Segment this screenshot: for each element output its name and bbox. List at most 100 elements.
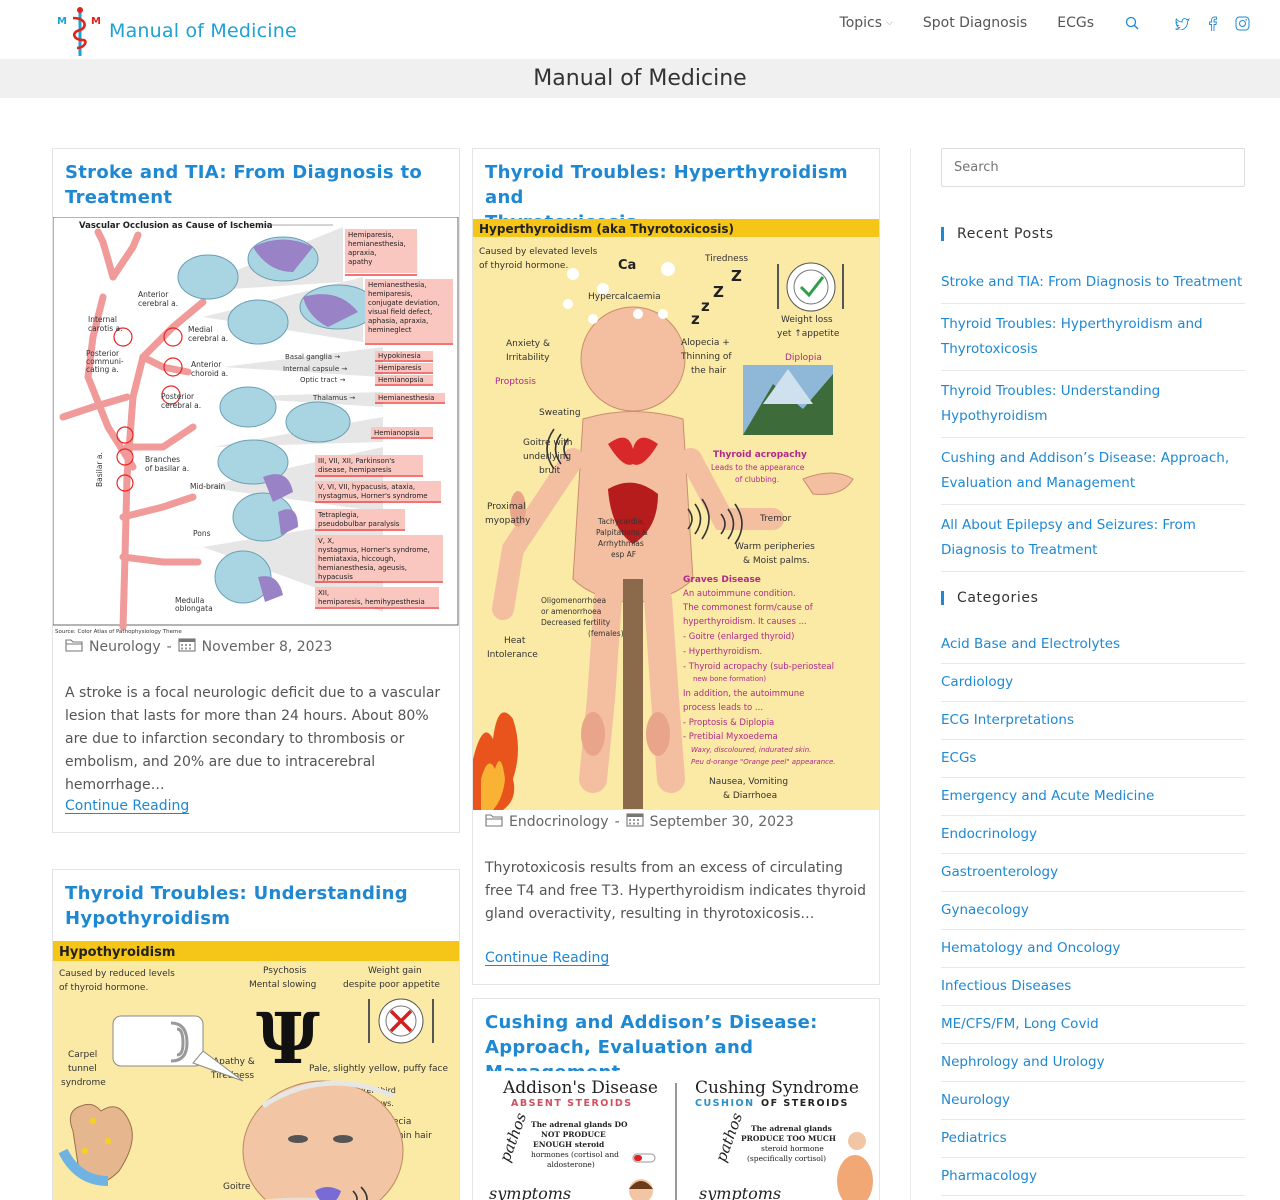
svg-text:Weight loss: Weight loss (781, 315, 833, 325)
svg-text:new bone formation): new bone formation) (693, 675, 766, 683)
post-title[interactable]: Thyroid Troubles: Understanding Hypothyr… (53, 870, 459, 931)
continue-reading-link[interactable]: Continue Reading (65, 798, 189, 814)
post-image-cushing-addison[interactable]: Addison's Disease Cushing Syndrome ABSEN… (473, 1071, 879, 1200)
category-link[interactable]: Cardiology (941, 664, 1245, 702)
addison-sub-a: ABSENT STEROIDS (511, 1098, 633, 1109)
post-title-line: Hypothyroidism (65, 908, 231, 929)
site-header: M M Manual of Medicine Topics ⌵ Spot Dia… (0, 0, 1280, 60)
svg-text:Diplopia: Diplopia (785, 353, 822, 363)
svg-text:An autoimmune condition.: An autoimmune condition. (683, 589, 796, 599)
addison-symptoms-script: symptoms (489, 1184, 571, 1200)
category-link[interactable]: Infectious Diseases (941, 968, 1245, 1006)
category-link[interactable]: Emergency and Acute Medicine (941, 778, 1245, 816)
svg-text:myopathy: myopathy (485, 516, 531, 526)
post-meta: Neurology - November 8, 2023 (65, 637, 332, 656)
post-title[interactable]: Stroke and TIA: From Diagnosis to Treatm… (53, 149, 459, 210)
recent-posts-title: Recent Posts (941, 226, 1054, 242)
post-card-hyperthyroidism: Thyroid Troubles: Hyperthyroidism and Th… (472, 148, 880, 985)
svg-text:Hemiparesis: Hemiparesis (378, 364, 422, 372)
svg-text:of clubbing.: of clubbing. (735, 475, 779, 484)
nav-topics[interactable]: Topics ⌵ (840, 15, 893, 31)
sidebar-search[interactable] (941, 148, 1245, 187)
svg-text:Hemianopsia: Hemianopsia (374, 429, 420, 437)
svg-text:Z: Z (731, 267, 742, 285)
category-link[interactable]: ECG Interpretations (941, 702, 1245, 740)
post-card-hypothyroidism: Thyroid Troubles: Understanding Hypothyr… (52, 869, 460, 1200)
svg-text:Z: Z (713, 283, 724, 301)
svg-text:XII,: XII, (318, 589, 329, 597)
category-link[interactable]: Acid Base and Electrolytes (941, 626, 1245, 664)
category-link[interactable]: Nephrology and Urology (941, 1044, 1245, 1082)
svg-text:& Diarrhoea: & Diarrhoea (723, 791, 777, 801)
continue-reading-link[interactable]: Continue Reading (485, 950, 609, 966)
svg-text:ENOUGH steroid: ENOUGH steroid (533, 1140, 605, 1149)
svg-text:M: M (57, 16, 67, 27)
svg-text:Basal ganglia →: Basal ganglia → (285, 353, 340, 361)
svg-text:- Hyperthyroidism.: - Hyperthyroidism. (683, 647, 762, 657)
nav-spot-diagnosis[interactable]: Spot Diagnosis (923, 15, 1027, 31)
svg-text:hemiparesis, hemihypesthesia: hemiparesis, hemihypesthesia (318, 598, 425, 606)
category-link[interactable]: Endocrinology (941, 816, 1245, 854)
svg-text:hyperthyroidism. It causes ...: hyperthyroidism. It causes ... (683, 617, 807, 627)
category-link[interactable]: ECGs (941, 740, 1245, 778)
post-title-line: Thyroid Troubles: Hyperthyroidism and (485, 162, 848, 208)
category-link[interactable]: Gastroenterology (941, 854, 1245, 892)
category-link[interactable]: Hematology and Oncology (941, 930, 1245, 968)
twitter-icon[interactable] (1174, 15, 1190, 31)
search-input[interactable] (942, 149, 1244, 186)
svg-text:The adrenal glands DO: The adrenal glands DO (531, 1120, 628, 1129)
page-title-bar: Manual of Medicine (0, 59, 1280, 98)
svg-text:apathy: apathy (348, 258, 372, 266)
recent-post-link[interactable]: Cushing and Addison’s Disease: Approach,… (941, 438, 1245, 505)
post-image-hypothyroidism[interactable]: Hypothyroidism Caused by reduced levels o… (53, 941, 459, 1200)
category-link[interactable]: Pharmacology (941, 1158, 1245, 1196)
site-logo[interactable]: M M Manual of Medicine (55, 4, 297, 58)
svg-text:Oligomenorrhoea: Oligomenorrhoea (541, 596, 606, 605)
category-link[interactable]: Pediatrics (941, 1120, 1245, 1158)
svg-text:bruit: bruit (539, 466, 561, 476)
svg-text:carotis a.: carotis a. (88, 324, 123, 333)
svg-text:syndrome: syndrome (61, 1078, 106, 1088)
calendar-icon (626, 812, 644, 831)
post-meta: Endocrinology - September 30, 2023 (485, 812, 794, 831)
category-link[interactable]: ME/CFS/FM, Long Covid (941, 1006, 1245, 1044)
instagram-icon[interactable] (1234, 15, 1250, 31)
nav-ecgs[interactable]: ECGs (1057, 15, 1094, 31)
svg-text:Ca: Ca (618, 258, 636, 273)
svg-text:disease, hemiparesis: disease, hemiparesis (318, 466, 392, 474)
svg-text:or amenorrhoea: or amenorrhoea (541, 607, 601, 616)
category-link[interactable]: Neurology (941, 1082, 1245, 1120)
post-excerpt: Thyrotoxicosis results from an excess of… (485, 860, 867, 922)
post-image-stroke[interactable]: Vascular Occlusion as Cause of Ischemia (53, 217, 459, 635)
svg-text:tunnel: tunnel (68, 1064, 97, 1074)
category-link[interactable]: Gynaecology (941, 892, 1245, 930)
facebook-icon[interactable] (1204, 15, 1220, 31)
post-category[interactable]: Endocrinology (509, 814, 609, 830)
image-source: Source: Color Atlas of Pathophysiology T… (55, 629, 182, 635)
svg-text:nystagmus, Horner's syndrome,: nystagmus, Horner's syndrome, (318, 546, 430, 554)
recent-post-link[interactable]: All About Epilepsy and Seizures: From Di… (941, 505, 1245, 572)
svg-text:z: z (691, 310, 700, 328)
svg-text:M: M (91, 16, 101, 27)
post-card-cushing-addison: Cushing and Addison’s Disease: Approach,… (472, 998, 880, 1200)
svg-text:hemianesthesia,: hemianesthesia, (348, 240, 406, 248)
search-icon[interactable] (1124, 15, 1140, 31)
svg-text:Hemianesthesia: Hemianesthesia (378, 394, 434, 402)
recent-post-link[interactable]: Thyroid Troubles: Understanding Hypothyr… (941, 371, 1245, 438)
svg-text:Mid-brain: Mid-brain (190, 482, 226, 491)
svg-text:Internal capsule →: Internal capsule → (283, 365, 347, 373)
svg-text:Hypokinesia: Hypokinesia (378, 352, 421, 360)
caduceus-icon: M M (55, 4, 105, 58)
recent-post-link[interactable]: Thyroid Troubles: Hyperthyroidism and Th… (941, 304, 1245, 371)
svg-text:Thalamus →: Thalamus → (312, 394, 355, 402)
svg-text:Hemiparesis,: Hemiparesis, (348, 231, 394, 239)
recent-post-link[interactable]: Stroke and TIA: From Diagnosis to Treatm… (941, 262, 1245, 304)
post-title-line: Cushing and Addison’s Disease: (485, 1012, 818, 1033)
svg-text:Pale, slightly yellow, puffy f: Pale, slightly yellow, puffy face (309, 1064, 449, 1074)
svg-text:hormones (cortisol and: hormones (cortisol and (531, 1150, 619, 1159)
svg-text:of thyroid hormone.: of thyroid hormone. (479, 261, 568, 271)
svg-text:of basilar a.: of basilar a. (145, 464, 189, 473)
svg-text:Goitre: Goitre (223, 1182, 251, 1192)
post-category[interactable]: Neurology (89, 639, 161, 655)
post-image-hyperthyroidism[interactable]: Hyperthyroidism (aka Thyrotoxicosis) Cau… (473, 219, 879, 810)
